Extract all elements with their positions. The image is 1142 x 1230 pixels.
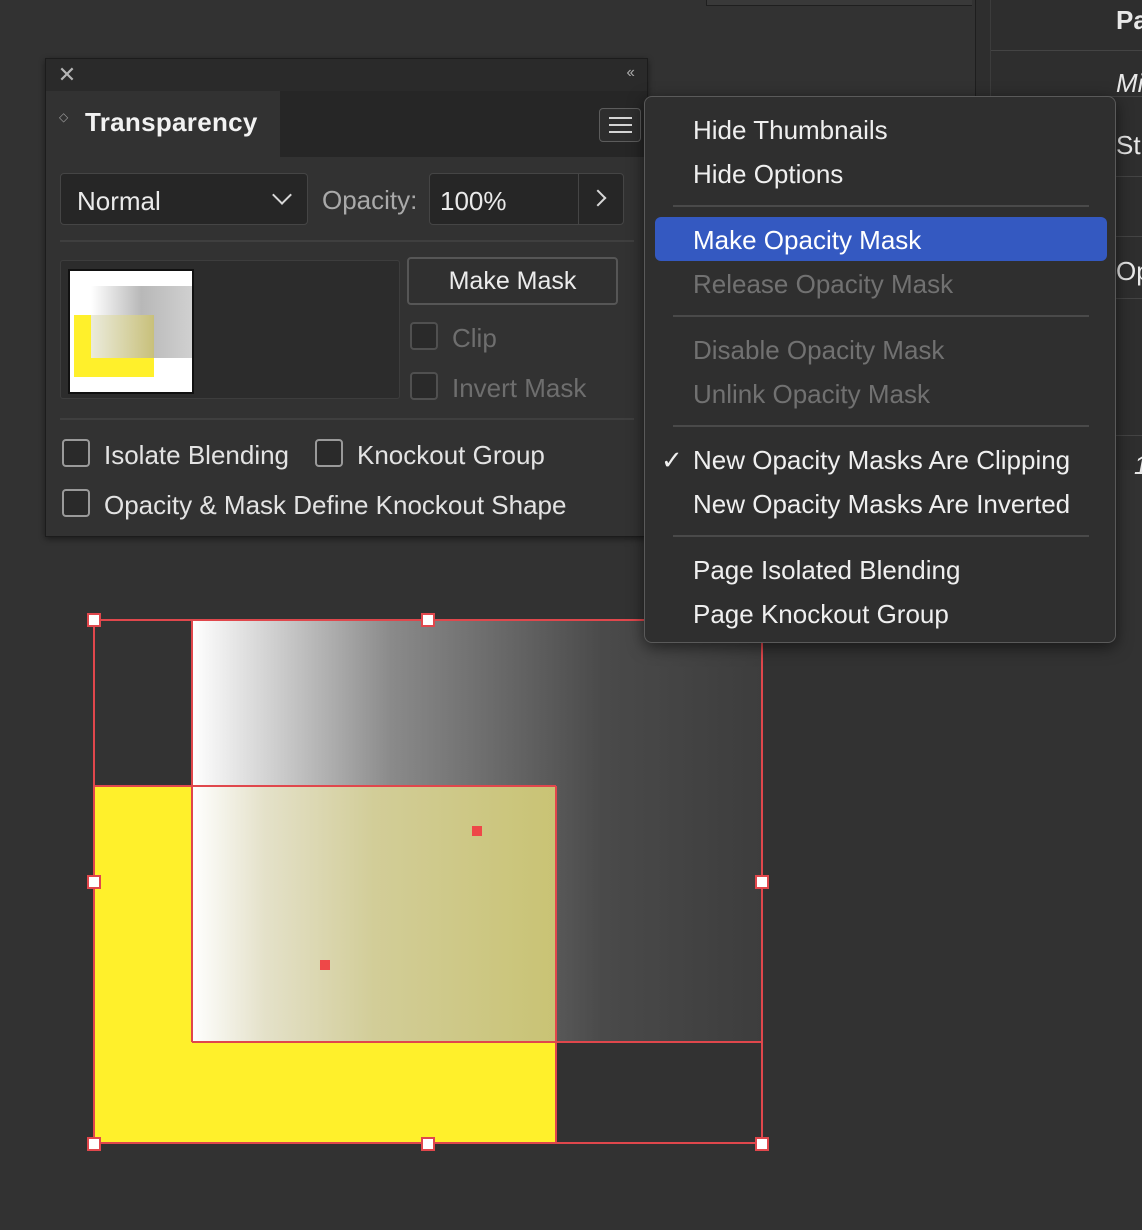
- selection-handle-middle-right[interactable]: [755, 875, 769, 889]
- knockout-group-label: Knockout Group: [357, 440, 545, 470]
- background-panel-edge: [706, 0, 972, 6]
- artwork-thumbnail[interactable]: [68, 269, 194, 394]
- tab-transparency[interactable]: ◇ Transparency: [46, 91, 280, 157]
- selection-handle-bottom-left[interactable]: [87, 1137, 101, 1151]
- menu-separator: [673, 535, 1089, 537]
- yellow-rect-edge-right: [555, 786, 557, 1143]
- menu-item-release-opacity-mask: Release Opacity Mask: [693, 269, 954, 299]
- yellow-rect-center-point: [320, 960, 330, 970]
- menu-item-page-isolated-blending[interactable]: Page Isolated Blending: [693, 555, 960, 586]
- menu-separator: [673, 315, 1089, 317]
- panel-titlebar[interactable]: ✕ ‹‹: [46, 59, 647, 91]
- side-label-op[interactable]: Op: [1116, 256, 1142, 287]
- clip-label: Clip: [452, 323, 497, 353]
- blend-mode-select[interactable]: Normal: [60, 173, 308, 225]
- gradient-rect-center-point: [472, 826, 482, 836]
- gradient-rect-edge-left-lower: [191, 786, 193, 1042]
- menu-item-disable-opacity-mask: Disable Opacity Mask: [693, 335, 945, 365]
- menu-separator: [673, 205, 1089, 207]
- menu-item-page-knockout-group[interactable]: Page Knockout Group: [693, 599, 949, 630]
- menu-item-unlink-opacity-mask: Unlink Opacity Mask: [693, 379, 930, 409]
- menu-separator: [673, 425, 1089, 427]
- side-label-mi: Mi: [1116, 68, 1142, 98]
- panel-menu-button[interactable]: [599, 108, 641, 142]
- artwork-dark-area: [94, 620, 192, 786]
- divider: [60, 240, 634, 242]
- gradient-rect-edge-left: [191, 620, 193, 786]
- blend-mode-value: Normal: [77, 186, 161, 216]
- thumbnail-overlap: [91, 315, 154, 358]
- menu-item-hide-thumbnails[interactable]: Hide Thumbnails: [693, 115, 888, 146]
- transparency-panel: ✕ ‹‹ ◇ Transparency Normal Opacity: 100%…: [45, 58, 648, 537]
- gradient-rect-edge-bottom: [192, 1041, 762, 1043]
- panel-tabbar: ◇ Transparency: [46, 91, 647, 157]
- invert-mask-label: Invert Mask: [452, 373, 587, 403]
- chevron-right-icon[interactable]: [589, 189, 607, 207]
- menu-item-new-masks-clipping[interactable]: New Opacity Masks Are Clipping: [693, 445, 1070, 476]
- opacity-value[interactable]: 100%: [440, 186, 507, 217]
- side-label-1: 1: [1134, 450, 1142, 481]
- tab-expand-arrows-icon[interactable]: ◇: [59, 111, 68, 123]
- side-label-str[interactable]: Str: [1116, 130, 1142, 161]
- panel-title: Transparency: [85, 107, 258, 137]
- menu-item-make-opacity-mask[interactable]: Make Opacity Mask: [693, 225, 921, 256]
- clip-checkbox[interactable]: [410, 322, 438, 350]
- opacity-field-divider: [578, 174, 579, 224]
- thumbnail-well: [60, 260, 400, 399]
- selection-handle-top-left[interactable]: [87, 613, 101, 627]
- selection-handle-top-center[interactable]: [421, 613, 435, 627]
- opacity-field[interactable]: 100%: [429, 173, 624, 225]
- knockout-shape-checkbox[interactable]: [62, 489, 90, 517]
- hamburger-icon-line-1: [609, 117, 632, 119]
- make-mask-button[interactable]: Make Mask: [407, 257, 618, 305]
- checkmark-icon: ✓: [661, 445, 683, 475]
- yellow-rect-edge-top: [94, 785, 556, 787]
- opacity-label: Opacity:: [322, 185, 418, 215]
- hamburger-icon-line-3: [609, 131, 632, 133]
- isolate-blending-label: Isolate Blending: [104, 440, 290, 470]
- selection-handle-bottom-right[interactable]: [755, 1137, 769, 1151]
- knockout-shape-label: Opacity & Mask Define Knockout Shape: [104, 490, 567, 520]
- side-label-pa: Pa: [1116, 5, 1142, 35]
- divider: [60, 418, 634, 420]
- knockout-group-checkbox[interactable]: [315, 439, 343, 467]
- invert-mask-checkbox[interactable]: [410, 372, 438, 400]
- close-icon[interactable]: ✕: [56, 64, 78, 86]
- selection-handle-middle-left[interactable]: [87, 875, 101, 889]
- hamburger-icon-line-2: [609, 124, 632, 126]
- menu-item-hide-options[interactable]: Hide Options: [693, 159, 843, 190]
- collapse-icon[interactable]: ‹‹: [626, 64, 635, 82]
- selection-handle-bottom-center[interactable]: [421, 1137, 435, 1151]
- menu-item-new-masks-inverted[interactable]: New Opacity Masks Are Inverted: [693, 489, 1070, 520]
- artwork-overlap-region: [192, 786, 556, 1042]
- isolate-blending-checkbox[interactable]: [62, 439, 90, 467]
- chevron-down-icon: [272, 185, 292, 205]
- panel-flyout-menu: Hide Thumbnails Hide Options Make Opacit…: [644, 96, 1116, 643]
